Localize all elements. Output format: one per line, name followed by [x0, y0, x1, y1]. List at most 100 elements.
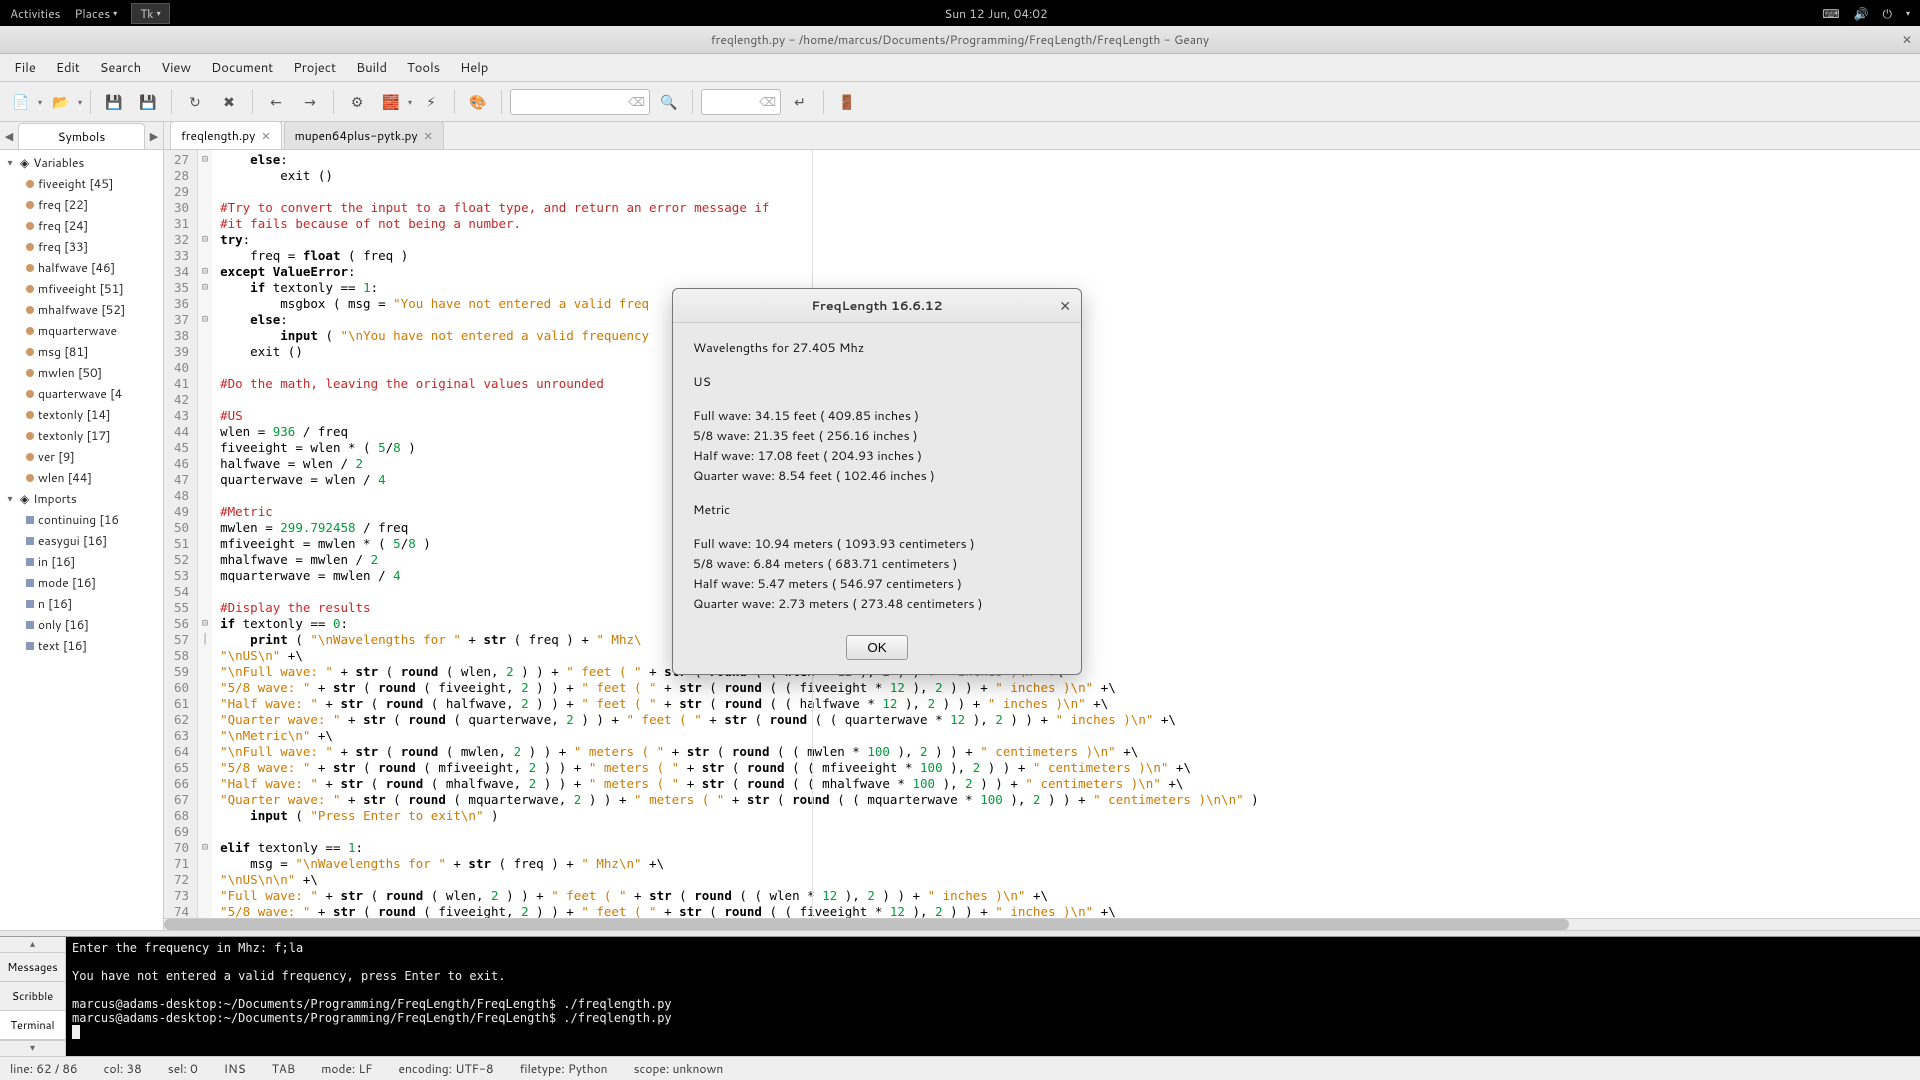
nav-forward-button[interactable]: → — [295, 87, 325, 117]
volume-icon[interactable]: 🔊 — [1854, 5, 1869, 22]
bottom-nav-up[interactable]: ▴ — [0, 937, 65, 953]
symbol-variable[interactable]: fiveeight [45] — [0, 173, 163, 194]
symbol-variable[interactable]: mhalfwave [52] — [0, 299, 163, 320]
dialog-titlebar[interactable]: FreqLength 16.6.12 ✕ — [673, 289, 1081, 323]
menu-build[interactable]: Build — [348, 55, 395, 81]
symbol-import[interactable]: n [16] — [0, 593, 163, 614]
sidebar-tab-symbols[interactable]: Symbols — [18, 123, 145, 149]
compile-button[interactable]: ⚙ — [342, 87, 372, 117]
clock[interactable]: Sun 12 Jun, 04:02 — [170, 5, 1823, 22]
goto-line-input[interactable]: ⌫ — [701, 89, 781, 115]
sidebar-nav-right[interactable]: ▶ — [145, 128, 163, 144]
symbol-variable[interactable]: msg [81] — [0, 341, 163, 362]
nav-back-button[interactable]: ← — [261, 87, 291, 117]
gnome-top-bar: Activities Places▾ Tk▾ Sun 12 Jun, 04:02… — [0, 0, 1920, 26]
separator — [692, 90, 693, 114]
variable-icon — [26, 306, 34, 314]
symbol-variable[interactable]: mquarterwave — [0, 320, 163, 341]
dialog-ok-button[interactable]: OK — [846, 635, 907, 660]
collapse-icon[interactable]: ▾ — [4, 156, 16, 170]
menu-edit[interactable]: Edit — [48, 55, 88, 81]
symbol-variable[interactable]: halfwave [46] — [0, 257, 163, 278]
places-menu[interactable]: Places▾ — [75, 5, 118, 22]
menu-file[interactable]: File — [6, 55, 44, 81]
symbol-import[interactable]: continuing [16 — [0, 509, 163, 530]
save-button[interactable]: 💾 — [99, 87, 129, 117]
tree-group-imports[interactable]: ▾◈ Imports — [0, 488, 163, 509]
tk-app-menu[interactable]: Tk▾ — [131, 3, 169, 24]
search-button[interactable]: 🔍 — [654, 87, 684, 117]
symbol-variable[interactable]: wlen [44] — [0, 467, 163, 488]
tab-messages[interactable]: Messages — [0, 953, 65, 982]
symbol-variable[interactable]: textonly [17] — [0, 425, 163, 446]
menu-document[interactable]: Document — [203, 55, 281, 81]
new-file-button[interactable]: 📄 — [6, 87, 36, 117]
symbol-variable[interactable]: freq [22] — [0, 194, 163, 215]
fold-column[interactable]: ⊟ ⊟ ⊟⊟ ⊟ ⊟│ ⊟ — [198, 150, 212, 918]
dialog-header: Wavelengths for 27.405 Mhz — [693, 339, 1061, 357]
status-line: line: 62 / 86 — [10, 1060, 78, 1077]
symbol-import[interactable]: only [16] — [0, 614, 163, 635]
chevron-down-icon[interactable]: ▾ — [408, 96, 412, 108]
menu-view[interactable]: View — [153, 55, 199, 81]
chevron-down-icon[interactable]: ▾ — [38, 96, 42, 108]
symbol-variable[interactable]: quarterwave [4 — [0, 383, 163, 404]
symbol-variable[interactable]: textonly [14] — [0, 404, 163, 425]
dialog-close-button[interactable]: ✕ — [1059, 296, 1071, 316]
clear-icon[interactable]: ⌫ — [628, 93, 645, 110]
quit-button[interactable]: 🚪 — [832, 87, 862, 117]
search-input[interactable]: ⌫ — [510, 89, 650, 115]
activities-button[interactable]: Activities — [10, 5, 61, 22]
symbol-variable[interactable]: mwlen [50] — [0, 362, 163, 383]
tree-group-variables[interactable]: ▾◈ Variables — [0, 152, 163, 173]
menu-tools[interactable]: Tools — [399, 55, 448, 81]
freqlength-dialog: FreqLength 16.6.12 ✕ Wavelengths for 27.… — [672, 288, 1082, 675]
sidebar-nav-left[interactable]: ◀ — [0, 128, 18, 144]
chevron-down-icon[interactable]: ▾ — [1906, 7, 1910, 19]
chevron-down-icon[interactable]: ▾ — [78, 96, 82, 108]
symbol-import[interactable]: mode [16] — [0, 572, 163, 593]
symbol-tree[interactable]: ▾◈ Variables fiveeight [45]freq [22]freq… — [0, 150, 163, 930]
tab-terminal[interactable]: Terminal — [0, 1011, 65, 1040]
window-close-button[interactable]: ✕ — [1902, 31, 1912, 48]
symbol-variable[interactable]: freq [33] — [0, 236, 163, 257]
collapse-icon[interactable]: ▾ — [4, 492, 16, 506]
symbol-import[interactable]: easygui [16] — [0, 530, 163, 551]
close-icon[interactable]: ✕ — [261, 128, 270, 144]
power-icon[interactable]: ⏻ — [1882, 5, 1892, 22]
menu-help[interactable]: Help — [452, 55, 496, 81]
build-button[interactable]: 🧱 — [376, 87, 406, 117]
horizontal-scrollbar[interactable] — [164, 918, 1920, 930]
symbol-variable[interactable]: ver [9] — [0, 446, 163, 467]
color-chooser-button[interactable]: 🎨 — [463, 87, 493, 117]
menu-search[interactable]: Search — [92, 55, 149, 81]
symbol-import[interactable]: in [16] — [0, 551, 163, 572]
dialog-us-label: US — [693, 373, 1061, 391]
close-icon[interactable]: ✕ — [424, 128, 433, 144]
dialog-line: Half wave: 17.08 feet ( 204.93 inches ) — [693, 447, 1061, 465]
variable-icon — [26, 411, 34, 419]
variable-icon — [26, 327, 34, 335]
symbol-import[interactable]: text [16] — [0, 635, 163, 656]
import-icon — [26, 537, 34, 545]
keyboard-icon[interactable]: ⌨ — [1822, 5, 1839, 22]
terminal-output[interactable]: Enter the frequency in Mhz: f;la You hav… — [66, 937, 1920, 1056]
dialog-metric-label: Metric — [693, 501, 1061, 519]
file-tab-mupen[interactable]: mupen64plus-pytk.py✕ — [284, 121, 444, 149]
close-button[interactable]: ✖ — [214, 87, 244, 117]
scrollbar-thumb[interactable] — [164, 919, 1569, 930]
goto-line-button[interactable]: ↵ — [785, 87, 815, 117]
reload-button[interactable]: ↻ — [180, 87, 210, 117]
symbol-variable[interactable]: freq [24] — [0, 215, 163, 236]
status-tab: TAB — [272, 1060, 296, 1077]
bottom-nav-down[interactable]: ▾ — [0, 1040, 65, 1056]
clear-icon[interactable]: ⌫ — [759, 93, 776, 110]
tab-scribble[interactable]: Scribble — [0, 982, 65, 1011]
menu-project[interactable]: Project — [285, 55, 344, 81]
save-all-button[interactable]: 💾 — [133, 87, 163, 117]
file-tab-freqlength[interactable]: freqlength.py✕ — [170, 121, 282, 149]
execute-button[interactable]: ⚡ — [416, 87, 446, 117]
chevron-down-icon: ▾ — [113, 7, 117, 19]
open-file-button[interactable]: 📂 — [46, 87, 76, 117]
symbol-variable[interactable]: mfiveeight [51] — [0, 278, 163, 299]
